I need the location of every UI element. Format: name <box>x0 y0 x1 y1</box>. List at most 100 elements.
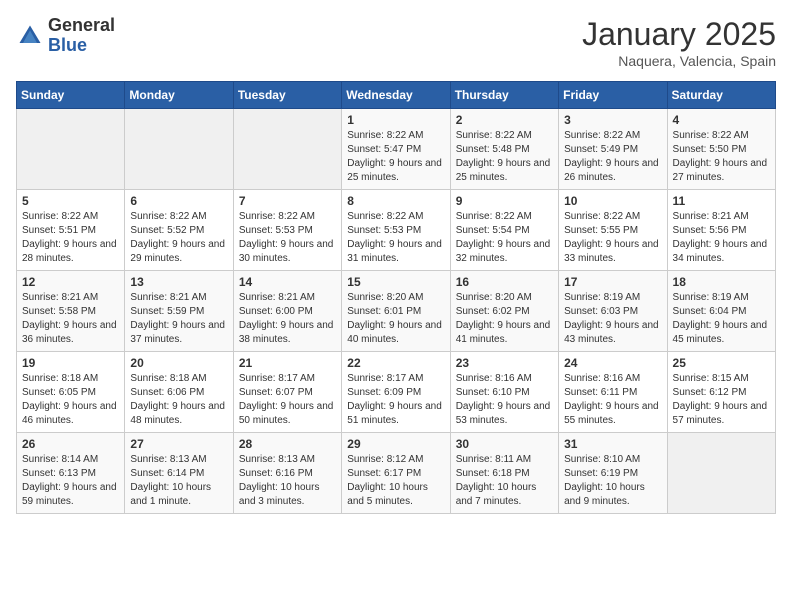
day-info: Sunrise: 8:13 AMSunset: 6:14 PMDaylight:… <box>130 454 211 507</box>
day-info: Sunrise: 8:22 AMSunset: 5:50 PMDaylight:… <box>673 130 768 183</box>
logo-icon <box>16 22 44 50</box>
calendar-week-row: 12 Sunrise: 8:21 AMSunset: 5:58 PMDayligh… <box>17 271 776 352</box>
day-number: 27 <box>130 437 227 451</box>
calendar-day-cell: 11 Sunrise: 8:21 AMSunset: 5:56 PMDayligh… <box>667 190 775 271</box>
calendar-day-cell <box>125 109 233 190</box>
day-number: 12 <box>22 275 119 289</box>
day-number: 8 <box>347 194 444 208</box>
day-number: 10 <box>564 194 661 208</box>
day-info: Sunrise: 8:19 AMSunset: 6:03 PMDaylight:… <box>564 292 659 345</box>
day-info: Sunrise: 8:12 AMSunset: 6:17 PMDaylight:… <box>347 454 428 507</box>
calendar-day-cell: 5 Sunrise: 8:22 AMSunset: 5:51 PMDaylight… <box>17 190 125 271</box>
day-info: Sunrise: 8:22 AMSunset: 5:53 PMDaylight:… <box>347 211 442 264</box>
calendar-week-row: 1Sunrise: 8:22 AMSunset: 5:47 PMDaylight… <box>17 109 776 190</box>
day-info: Sunrise: 8:21 AMSunset: 6:00 PMDaylight:… <box>239 292 334 345</box>
day-info: Sunrise: 8:22 AMSunset: 5:48 PMDaylight:… <box>456 130 551 183</box>
day-number: 26 <box>22 437 119 451</box>
logo-text: General Blue <box>48 16 115 56</box>
logo-blue: Blue <box>48 35 87 55</box>
calendar-day-cell: 13Sunrise: 8:21 AMSunset: 5:59 PMDayligh… <box>125 271 233 352</box>
calendar-day-cell: 30 Sunrise: 8:11 AMSunset: 6:18 PMDayligh… <box>450 433 558 514</box>
day-number: 24 <box>564 356 661 370</box>
day-info: Sunrise: 8:19 AMSunset: 6:04 PMDaylight:… <box>673 292 768 345</box>
day-info: Sunrise: 8:11 AMSunset: 6:18 PMDaylight:… <box>456 454 537 507</box>
day-info: Sunrise: 8:21 AMSunset: 5:58 PMDaylight:… <box>22 292 117 345</box>
day-number: 28 <box>239 437 336 451</box>
day-of-week-header: Tuesday <box>233 82 341 109</box>
day-number: 31 <box>564 437 661 451</box>
day-number: 4 <box>673 113 770 127</box>
calendar-day-cell: 17 Sunrise: 8:19 AMSunset: 6:03 PMDayligh… <box>559 271 667 352</box>
day-info: Sunrise: 8:22 AMSunset: 5:49 PMDaylight:… <box>564 130 659 183</box>
day-number: 2 <box>456 113 553 127</box>
day-number: 1 <box>347 113 444 127</box>
day-number: 5 <box>22 194 119 208</box>
calendar-day-cell: 16 Sunrise: 8:20 AMSunset: 6:02 PMDayligh… <box>450 271 558 352</box>
calendar-day-cell: 29 Sunrise: 8:12 AMSunset: 6:17 PMDayligh… <box>342 433 450 514</box>
calendar-day-cell <box>17 109 125 190</box>
day-info: Sunrise: 8:22 AMSunset: 5:54 PMDaylight:… <box>456 211 551 264</box>
day-number: 14 <box>239 275 336 289</box>
day-info: Sunrise: 8:22 AMSunset: 5:51 PMDaylight:… <box>22 211 117 264</box>
month-title: January 2025 <box>582 16 776 53</box>
calendar-day-cell: 6Sunrise: 8:22 AMSunset: 5:52 PMDaylight… <box>125 190 233 271</box>
calendar-day-cell: 31 Sunrise: 8:10 AMSunset: 6:19 PMDayligh… <box>559 433 667 514</box>
day-info: Sunrise: 8:22 AMSunset: 5:52 PMDaylight:… <box>130 211 225 264</box>
calendar-day-cell: 10 Sunrise: 8:22 AMSunset: 5:55 PMDayligh… <box>559 190 667 271</box>
day-number: 7 <box>239 194 336 208</box>
page-header: General Blue January 2025 Naquera, Valen… <box>16 16 776 69</box>
day-info: Sunrise: 8:21 AMSunset: 5:56 PMDaylight:… <box>673 211 768 264</box>
calendar-day-cell: 20 Sunrise: 8:18 AMSunset: 6:06 PMDayligh… <box>125 352 233 433</box>
calendar-day-cell: 27 Sunrise: 8:13 AMSunset: 6:14 PMDayligh… <box>125 433 233 514</box>
day-number: 19 <box>22 356 119 370</box>
day-number: 23 <box>456 356 553 370</box>
calendar-day-cell: 15 Sunrise: 8:20 AMSunset: 6:01 PMDayligh… <box>342 271 450 352</box>
calendar-day-cell: 12 Sunrise: 8:21 AMSunset: 5:58 PMDayligh… <box>17 271 125 352</box>
calendar-day-cell: 18Sunrise: 8:19 AMSunset: 6:04 PMDayligh… <box>667 271 775 352</box>
day-number: 15 <box>347 275 444 289</box>
calendar-day-cell: 24 Sunrise: 8:16 AMSunset: 6:11 PMDayligh… <box>559 352 667 433</box>
calendar-week-row: 19Sunrise: 8:18 AMSunset: 6:05 PMDayligh… <box>17 352 776 433</box>
day-info: Sunrise: 8:14 AMSunset: 6:13 PMDaylight:… <box>22 454 117 507</box>
logo-general: General <box>48 15 115 35</box>
day-of-week-header: Thursday <box>450 82 558 109</box>
day-number: 29 <box>347 437 444 451</box>
day-number: 20 <box>130 356 227 370</box>
calendar-day-cell: 1Sunrise: 8:22 AMSunset: 5:47 PMDaylight… <box>342 109 450 190</box>
calendar-day-cell: 2 Sunrise: 8:22 AMSunset: 5:48 PMDaylight… <box>450 109 558 190</box>
day-info: Sunrise: 8:16 AMSunset: 6:11 PMDaylight:… <box>564 373 659 426</box>
day-info: Sunrise: 8:18 AMSunset: 6:06 PMDaylight:… <box>130 373 225 426</box>
day-number: 11 <box>673 194 770 208</box>
day-info: Sunrise: 8:20 AMSunset: 6:01 PMDaylight:… <box>347 292 442 345</box>
day-info: Sunrise: 8:16 AMSunset: 6:10 PMDaylight:… <box>456 373 551 426</box>
day-info: Sunrise: 8:20 AMSunset: 6:02 PMDaylight:… <box>456 292 551 345</box>
day-info: Sunrise: 8:15 AMSunset: 6:12 PMDaylight:… <box>673 373 768 426</box>
calendar-day-cell: 14 Sunrise: 8:21 AMSunset: 6:00 PMDayligh… <box>233 271 341 352</box>
calendar-table: SundayMondayTuesdayWednesdayThursdayFrid… <box>16 81 776 514</box>
day-number: 13 <box>130 275 227 289</box>
day-info: Sunrise: 8:17 AMSunset: 6:09 PMDaylight:… <box>347 373 442 426</box>
day-info: Sunrise: 8:13 AMSunset: 6:16 PMDaylight:… <box>239 454 320 507</box>
calendar-day-cell: 23 Sunrise: 8:16 AMSunset: 6:10 PMDayligh… <box>450 352 558 433</box>
day-of-week-header: Friday <box>559 82 667 109</box>
day-number: 22 <box>347 356 444 370</box>
day-info: Sunrise: 8:10 AMSunset: 6:19 PMDaylight:… <box>564 454 645 507</box>
calendar-week-row: 5 Sunrise: 8:22 AMSunset: 5:51 PMDaylight… <box>17 190 776 271</box>
calendar-day-cell: 28 Sunrise: 8:13 AMSunset: 6:16 PMDayligh… <box>233 433 341 514</box>
day-info: Sunrise: 8:22 AMSunset: 5:55 PMDaylight:… <box>564 211 659 264</box>
calendar-day-cell: 25 Sunrise: 8:15 AMSunset: 6:12 PMDayligh… <box>667 352 775 433</box>
day-number: 17 <box>564 275 661 289</box>
day-number: 30 <box>456 437 553 451</box>
day-number: 16 <box>456 275 553 289</box>
location-title: Naquera, Valencia, Spain <box>582 53 776 69</box>
calendar-day-cell: 26 Sunrise: 8:14 AMSunset: 6:13 PMDayligh… <box>17 433 125 514</box>
title-block: January 2025 Naquera, Valencia, Spain <box>582 16 776 69</box>
day-number: 25 <box>673 356 770 370</box>
day-info: Sunrise: 8:17 AMSunset: 6:07 PMDaylight:… <box>239 373 334 426</box>
day-of-week-header: Sunday <box>17 82 125 109</box>
logo: General Blue <box>16 16 115 56</box>
day-of-week-header: Monday <box>125 82 233 109</box>
calendar-day-cell <box>667 433 775 514</box>
day-of-week-header: Wednesday <box>342 82 450 109</box>
day-number: 3 <box>564 113 661 127</box>
